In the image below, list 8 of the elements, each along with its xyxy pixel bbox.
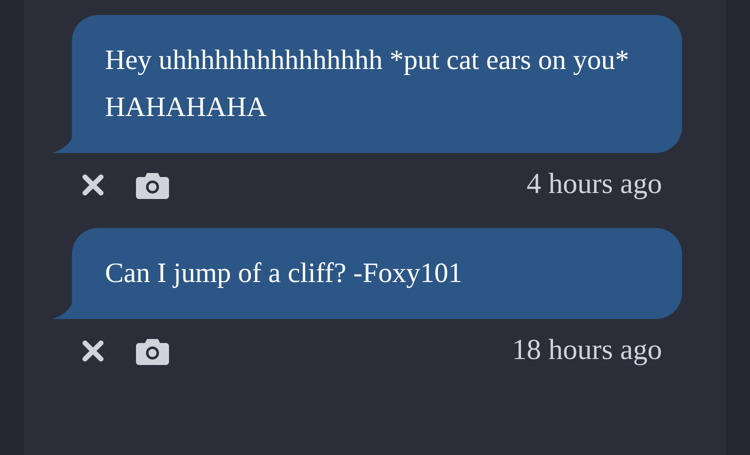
message-bubble: Can I jump of a cliff? -Foxy101 — [72, 228, 682, 319]
close-icon[interactable] — [82, 340, 104, 362]
camera-icon[interactable] — [136, 170, 169, 198]
camera-icon[interactable] — [136, 336, 169, 364]
close-icon[interactable] — [82, 174, 104, 196]
timestamp: 4 hours ago — [526, 168, 662, 201]
message-bubble: Hey uhhhhhhhhhhhhhhh *put cat ears on you* HAHAHAHA — [72, 15, 682, 153]
timestamp: 18 hours ago — [512, 334, 662, 367]
